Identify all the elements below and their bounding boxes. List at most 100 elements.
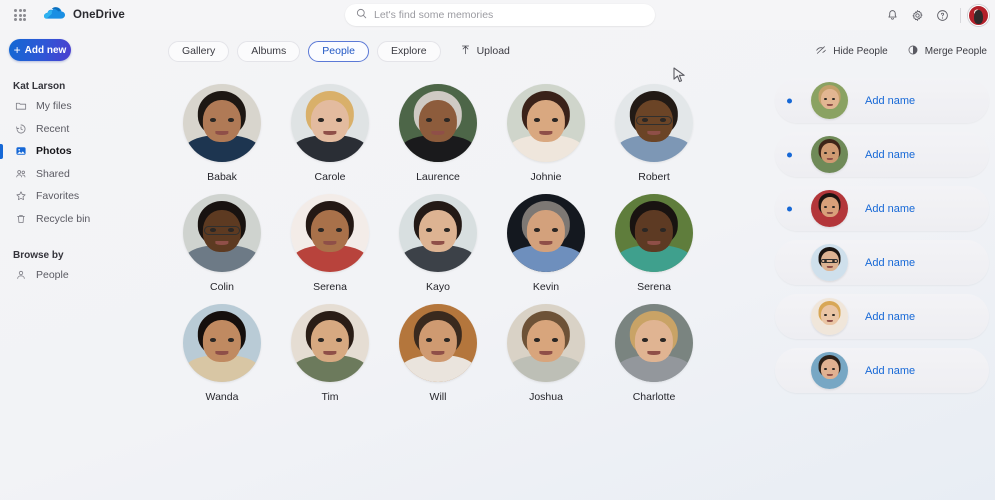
photo-eye <box>823 206 827 208</box>
photo-eye <box>336 118 342 122</box>
tab-explore[interactable]: Explore <box>376 40 441 62</box>
search-icon <box>356 6 367 24</box>
add-name-link[interactable]: Add name <box>865 149 915 161</box>
sidebar-item-label: Photos <box>36 145 72 157</box>
person-face-photo[interactable] <box>183 304 261 382</box>
person-name: Joshua <box>529 391 563 403</box>
add-name-link[interactable]: Add name <box>865 257 915 269</box>
photo-mouth <box>431 350 445 355</box>
top-bar: OneDrive Let's find some memories <box>0 0 995 30</box>
person-tile[interactable]: Robert <box>600 84 708 183</box>
photo-eye <box>444 338 450 342</box>
upload-button[interactable]: Upload <box>454 41 516 62</box>
add-name-suggestion-row[interactable]: Add name <box>775 240 989 285</box>
add-name-link[interactable]: Add name <box>865 95 915 107</box>
person-tile[interactable]: Will <box>384 304 492 403</box>
person-tile[interactable]: Wanda <box>168 304 276 403</box>
photo-eye <box>832 98 836 100</box>
person-name: Wanda <box>205 391 239 403</box>
merge-circles-icon <box>907 44 919 59</box>
suggestion-face-photo[interactable] <box>811 298 848 335</box>
merge-people-button[interactable]: Merge People <box>907 44 987 59</box>
search-container[interactable]: Let's find some memories <box>345 4 655 26</box>
person-tile[interactable]: Serena <box>600 194 708 293</box>
gear-icon[interactable] <box>906 4 928 26</box>
photo-eye <box>318 228 324 232</box>
person-name: Charlotte <box>632 391 676 403</box>
onedrive-brand[interactable]: OneDrive <box>42 5 125 25</box>
suggestion-face-photo[interactable] <box>811 190 848 227</box>
add-name-link[interactable]: Add name <box>865 365 915 377</box>
avatar[interactable] <box>968 4 989 26</box>
glasses-icon <box>204 225 240 235</box>
sidebar-item-label: Shared <box>36 167 70 180</box>
photo-eye <box>642 338 648 342</box>
photo-eye <box>336 338 342 342</box>
add-name-suggestion-row[interactable]: Add name <box>775 294 989 339</box>
person-tile[interactable]: Carole <box>276 84 384 183</box>
sidebar-item-recent[interactable]: Recent <box>0 118 160 141</box>
photo-mouth <box>647 130 661 135</box>
app-launcher-grid-icon[interactable] <box>7 8 33 22</box>
person-tile[interactable]: Tim <box>276 304 384 403</box>
person-tile[interactable]: Charlotte <box>600 304 708 403</box>
add-new-button[interactable]: + Add new <box>9 39 71 61</box>
folder-icon <box>14 100 27 113</box>
bell-icon[interactable] <box>881 4 903 26</box>
tab-gallery[interactable]: Gallery <box>168 40 230 62</box>
person-tile[interactable]: Johnie <box>492 84 600 183</box>
person-face-photo[interactable] <box>399 194 477 272</box>
add-name-suggestion-row[interactable]: Add name <box>775 132 989 177</box>
question-circle-icon[interactable] <box>931 4 953 26</box>
person-tile[interactable]: Kevin <box>492 194 600 293</box>
photo-face <box>310 99 350 142</box>
sidebar-item-my-files[interactable]: My files <box>0 95 160 118</box>
person-tile[interactable]: Joshua <box>492 304 600 403</box>
sidebar-item-recycle-bin[interactable]: Recycle bin <box>0 208 160 231</box>
person-tile[interactable]: Kayo <box>384 194 492 293</box>
person-face-photo[interactable] <box>507 194 585 272</box>
add-name-link[interactable]: Add name <box>865 311 915 323</box>
person-tile[interactable]: Laurence <box>384 84 492 183</box>
person-face-photo[interactable] <box>183 194 261 272</box>
tab-albums[interactable]: Albums <box>237 40 301 62</box>
suggestion-face-photo[interactable] <box>811 136 848 173</box>
person-face-photo[interactable] <box>291 304 369 382</box>
suggestion-face-photo[interactable] <box>811 244 848 281</box>
suggestion-face-photo[interactable] <box>811 352 848 389</box>
person-face-photo[interactable] <box>615 304 693 382</box>
sidebar-item-photos[interactable]: Photos <box>0 140 160 163</box>
add-name-link[interactable]: Add name <box>865 203 915 215</box>
person-face-photo[interactable] <box>615 84 693 162</box>
person-face-photo[interactable] <box>183 84 261 162</box>
photo-eye <box>426 338 432 342</box>
sidebar-item-favorites[interactable]: Favorites <box>0 185 160 208</box>
photo-mouth <box>539 350 553 355</box>
person-face-photo[interactable] <box>507 84 585 162</box>
person-name: Babak <box>207 171 237 183</box>
trash-icon <box>14 212 27 225</box>
person-face-photo[interactable] <box>615 194 693 272</box>
suggestion-face-photo[interactable] <box>811 82 848 119</box>
tab-people[interactable]: People <box>308 40 369 62</box>
add-name-suggestion-row[interactable]: Add name <box>775 348 989 393</box>
add-name-suggestion-row[interactable]: Add name <box>775 78 989 123</box>
person-tile[interactable]: Serena <box>276 194 384 293</box>
photo-mouth <box>826 266 833 269</box>
person-face-photo[interactable] <box>399 84 477 162</box>
person-name: Serena <box>637 281 671 293</box>
photo-face <box>526 209 566 252</box>
person-face-photo[interactable] <box>399 304 477 382</box>
person-face-photo[interactable] <box>507 304 585 382</box>
person-tile[interactable]: Colin <box>168 194 276 293</box>
add-name-suggestion-row[interactable]: Add name <box>775 186 989 231</box>
hide-people-button[interactable]: Hide People <box>815 44 888 59</box>
sidebar-item-shared[interactable]: Shared <box>0 163 160 186</box>
person-tile[interactable]: Babak <box>168 84 276 183</box>
person-face-photo[interactable] <box>291 84 369 162</box>
photo-eye <box>210 338 216 342</box>
search-input[interactable]: Let's find some memories <box>345 4 655 26</box>
person-face-photo[interactable] <box>291 194 369 272</box>
sidebar-item-people[interactable]: People <box>0 264 160 287</box>
add-name-suggestion-rail: Add name Add name Add name Add name Add … <box>775 78 989 393</box>
